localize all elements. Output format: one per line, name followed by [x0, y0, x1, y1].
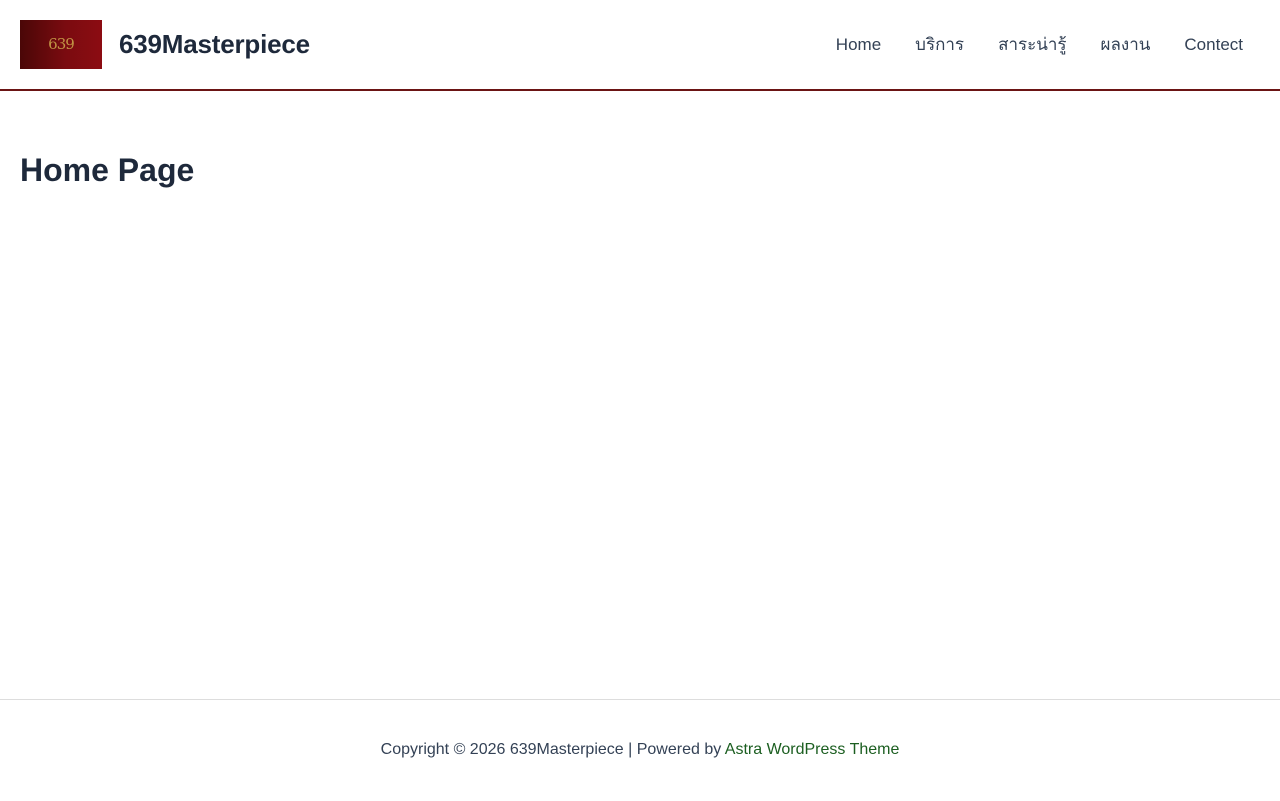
logo-mark: 639 [48, 35, 75, 53]
nav-item-portfolio[interactable]: ผลงาน [1084, 0, 1168, 89]
nav-item-services[interactable]: บริการ [898, 0, 981, 89]
copyright-text: Copyright © 2026 639Masterpiece | Powere… [380, 741, 722, 758]
nav-item-home[interactable]: Home [819, 0, 898, 89]
page-title: Home Page [20, 152, 195, 188]
nav-item-articles[interactable]: สาระน่ารู้ [981, 0, 1083, 89]
site-title[interactable]: 639Masterpiece [119, 29, 310, 59]
nav-item-contact[interactable]: Contect [1167, 0, 1260, 89]
footer-copyright: Copyright © 2026 639Masterpiece | Powere… [0, 740, 1280, 760]
astra-theme-link[interactable]: Astra WordPress Theme [725, 741, 900, 758]
main-navigation: Home บริการ สาระน่ารู้ ผลงาน Contect [819, 0, 1260, 89]
site-logo[interactable]: 639 [20, 20, 102, 69]
site-footer: Copyright © 2026 639Masterpiece | Powere… [0, 699, 1280, 801]
site-header: 639 639Masterpiece Home บริการ สาระน่ารู… [0, 0, 1280, 91]
